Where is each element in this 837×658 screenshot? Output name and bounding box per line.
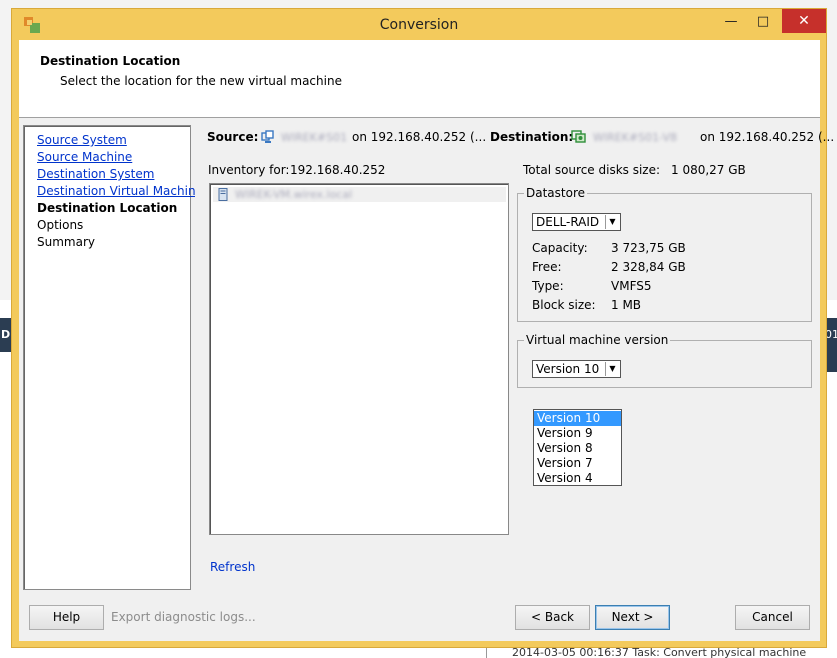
main-panel: Source: WIREK#S01 on 192.168.40.252 (...… xyxy=(195,125,834,590)
destination-host: on 192.168.40.252 (... xyxy=(700,130,835,144)
page-subtitle: Select the location for the new virtual … xyxy=(60,74,342,88)
next-button[interactable]: Next > xyxy=(595,605,670,630)
datastore-group: Datastore DELL-RAID ▼ Capacity: 3 723,75… xyxy=(517,186,812,322)
vm-version-option[interactable]: Version 10 xyxy=(534,411,621,426)
minimize-button[interactable]: — xyxy=(718,12,744,32)
vm-version-option[interactable]: Version 4 xyxy=(534,471,621,486)
type-label: Type: xyxy=(532,279,564,293)
step-options: Options xyxy=(37,218,84,232)
step-source-system[interactable]: Source System xyxy=(37,133,127,147)
step-destination-virtual-machine[interactable]: Destination Virtual Machine xyxy=(37,184,203,198)
vm-version-select[interactable]: Version 10 ▼ xyxy=(532,360,621,378)
step-source-machine[interactable]: Source Machine xyxy=(37,150,132,164)
step-destination-location: Destination Location xyxy=(37,201,178,215)
block-size-value: 1 MB xyxy=(611,298,642,312)
destination-machine-name: WIREK#S01-V8 xyxy=(593,131,677,144)
inventory-label: Inventory for: xyxy=(208,163,290,177)
vm-version-selected: Version 10 xyxy=(536,362,600,376)
refresh-link[interactable]: Refresh xyxy=(210,560,255,574)
page-title: Destination Location xyxy=(40,54,181,68)
datastore-selected: DELL-RAID xyxy=(536,215,600,229)
tree-item-host[interactable]: WIREK-VM.wirex.local xyxy=(213,187,506,202)
type-value: VMFS5 xyxy=(611,279,652,293)
export-logs-button[interactable]: Export diagnostic logs... xyxy=(111,610,256,624)
back-button[interactable]: < Back xyxy=(515,605,590,630)
wizard-client: Destination Location Select the location… xyxy=(19,40,834,641)
step-summary: Summary xyxy=(37,235,95,249)
help-button[interactable]: Help xyxy=(29,605,104,630)
wizard-steps: Source System Source Machine Destination… xyxy=(23,125,203,590)
vm-version-dropdown[interactable]: Version 10 Version 9 Version 8 Version 7… xyxy=(533,409,622,486)
wizard-header: Destination Location Select the location… xyxy=(19,40,820,118)
block-size-label: Block size: xyxy=(532,298,596,312)
window-title: Conversion xyxy=(379,17,459,33)
capacity-label: Capacity: xyxy=(532,241,588,255)
vm-version-option[interactable]: Version 8 xyxy=(534,441,621,456)
destination-label: Destination: xyxy=(490,130,574,144)
vm-version-option[interactable]: Version 9 xyxy=(534,426,621,441)
source-machine-name: WIREK#S01 xyxy=(281,131,348,144)
datastore-group-title: Datastore xyxy=(524,186,588,200)
chevron-down-icon: ▼ xyxy=(605,362,619,376)
tree-item-label: WIREK-VM.wirex.local xyxy=(235,188,353,201)
close-button[interactable]: ✕ xyxy=(782,9,826,33)
maximize-button[interactable]: □ xyxy=(750,12,776,32)
physical-machine-icon xyxy=(261,130,274,143)
step-destination-system[interactable]: Destination System xyxy=(37,167,154,181)
conversion-window: Conversion — □ ✕ Destination Location Se… xyxy=(11,8,834,648)
capacity-value: 3 723,75 GB xyxy=(611,241,686,255)
title-bar[interactable]: Conversion — □ ✕ xyxy=(12,9,826,41)
source-host: on 192.168.40.252 (... xyxy=(352,130,487,144)
server-icon xyxy=(218,188,228,201)
vm-version-group-title: Virtual machine version xyxy=(524,333,671,347)
total-disks-value: 1 080,27 GB xyxy=(671,163,746,177)
cancel-button[interactable]: Cancel xyxy=(735,605,810,630)
free-value: 2 328,84 GB xyxy=(611,260,686,274)
virtual-machine-icon xyxy=(571,130,586,143)
source-label: Source: xyxy=(207,130,259,144)
vm-version-option[interactable]: Version 7 xyxy=(534,456,621,471)
datastore-select[interactable]: DELL-RAID ▼ xyxy=(532,213,621,231)
vm-version-group: Virtual machine version Version 10 ▼ xyxy=(517,333,812,388)
inventory-host: 192.168.40.252 xyxy=(290,163,386,177)
inventory-tree[interactable]: WIREK-VM.wirex.local xyxy=(209,183,509,535)
chevron-down-icon: ▼ xyxy=(605,215,619,229)
free-label: Free: xyxy=(532,260,562,274)
total-disks-label: Total source disks size: xyxy=(523,163,661,177)
background-bottom-row: 2014-03-05 00:16:37 Task: Convert physic… xyxy=(486,648,837,658)
